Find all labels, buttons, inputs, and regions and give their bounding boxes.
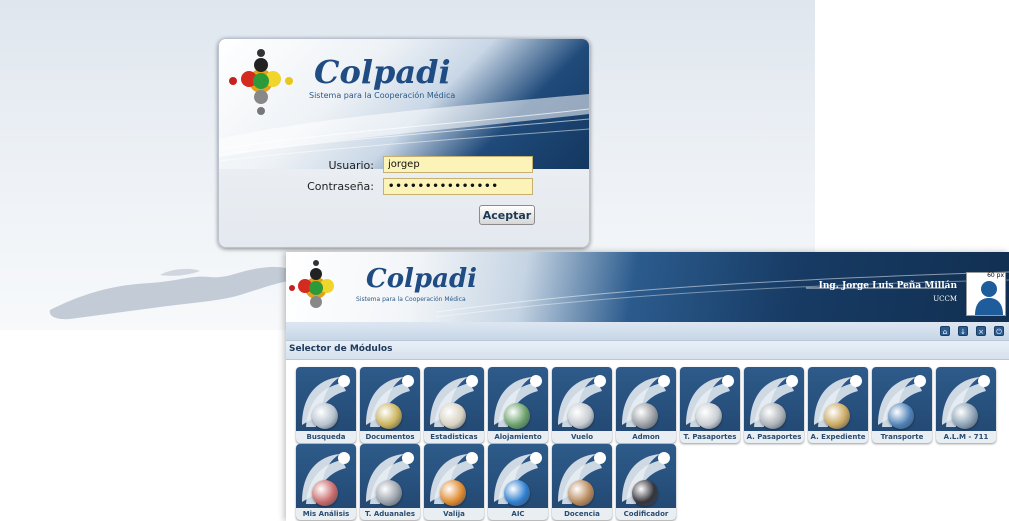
module-label: AIC [488,508,548,520]
app-header: Colpadi Sistema para la Cooperación Médi… [286,252,1009,322]
file-archive-icon [824,403,850,429]
encoder-icon [632,480,658,506]
module-label: Busqueda [296,431,356,443]
login-brand: Colpadi [314,53,451,91]
login-panel: Colpadi Sistema para la Cooperación Médi… [218,38,590,248]
module-label: Mis Análisis [296,508,356,520]
module-label: Admon [616,431,676,443]
accept-button[interactable]: Aceptar [479,205,535,225]
module-label: Documentos [360,431,420,443]
module-tile[interactable]: Documentos [360,367,420,443]
info-icon [504,480,530,506]
section-title: Selector de Módulos [289,344,393,354]
username-label: Usuario: [328,159,374,172]
module-tile[interactable]: Transporte [872,367,932,443]
passport-archive-icon [760,403,786,429]
module-tile[interactable]: A. Expediente [808,367,868,443]
module-label: Alojamiento [488,431,548,443]
password-field[interactable] [383,178,533,195]
module-tile[interactable]: Docencia [552,444,612,520]
documents-icon [376,403,402,429]
password-label: Contraseña: [307,180,374,193]
truck-icon [952,403,978,429]
module-tile[interactable]: Vuelo [552,367,612,443]
module-tile[interactable]: Codificador [616,444,676,520]
user-name: Ing. Jorge Luis Peña Millán [818,281,957,291]
avatar-caption: 60 px [987,272,1004,279]
module-label: T. Pasaportes [680,431,740,443]
module-label: A. Expediente [808,431,868,443]
accommodation-icon [504,403,530,429]
module-label: Vuelo [552,431,612,443]
module-label: Docencia [552,508,612,520]
magnifier-icon [312,403,338,429]
login-banner: Colpadi Sistema para la Cooperación Médi… [219,39,589,169]
analysis-icon [312,480,338,506]
login-tagline: Sistema para la Cooperación Médica [309,91,456,100]
module-tile[interactable]: A. Pasaportes [744,367,804,443]
passport-transfer-icon [696,403,722,429]
app-tagline: Sistema para la Cooperación Médica [356,296,466,303]
power-icon[interactable]: ⏻ [994,326,1004,336]
module-tile[interactable]: Estadisticas [424,367,484,443]
app-brand: Colpadi [366,264,477,294]
module-label: Estadisticas [424,431,484,443]
admin-icon [632,403,658,429]
module-tile[interactable]: Busqueda [296,367,356,443]
module-label: Codificador [616,508,676,520]
module-tile[interactable]: Admon [616,367,676,443]
module-tile[interactable]: T. Pasaportes [680,367,740,443]
module-label: A.L.M - 711 [936,431,996,443]
close-icon[interactable]: × [976,326,986,336]
module-tile[interactable]: Alojamiento [488,367,548,443]
module-label: T. Aduanales [360,508,420,520]
colpadi-logo-icon [229,49,293,115]
module-tile[interactable]: A.L.M - 711 [936,367,996,443]
world-map-decoration [49,266,302,320]
app-colpadi-logo-icon [289,260,334,308]
username-field[interactable] [383,156,533,173]
user-organization: UCCM [933,295,957,303]
module-label: Valija [424,508,484,520]
airplane-icon [568,403,594,429]
avatar: 60 px [966,272,1006,316]
download-icon[interactable]: ↓ [958,326,968,336]
statistics-icon [440,403,466,429]
module-tile[interactable]: AIC [488,444,548,520]
module-tile[interactable]: Valija [424,444,484,520]
bus-icon [888,403,914,429]
user-silhouette-icon [975,281,1003,315]
teacher-icon [568,480,594,506]
module-label: A. Pasaportes [744,431,804,443]
module-label: Transporte [872,431,932,443]
module-tile[interactable]: T. Aduanales [360,444,420,520]
briefcase-icon [440,480,466,506]
section-header: Selector de Módulos [286,340,1009,360]
app-window: Colpadi Sistema para la Cooperación Médi… [286,252,1009,521]
toolbar: ⌂ ↓ × ⏻ [286,322,1009,340]
customs-icon [376,480,402,506]
module-tile[interactable]: Mis Análisis [296,444,356,520]
home-icon[interactable]: ⌂ [940,326,950,336]
